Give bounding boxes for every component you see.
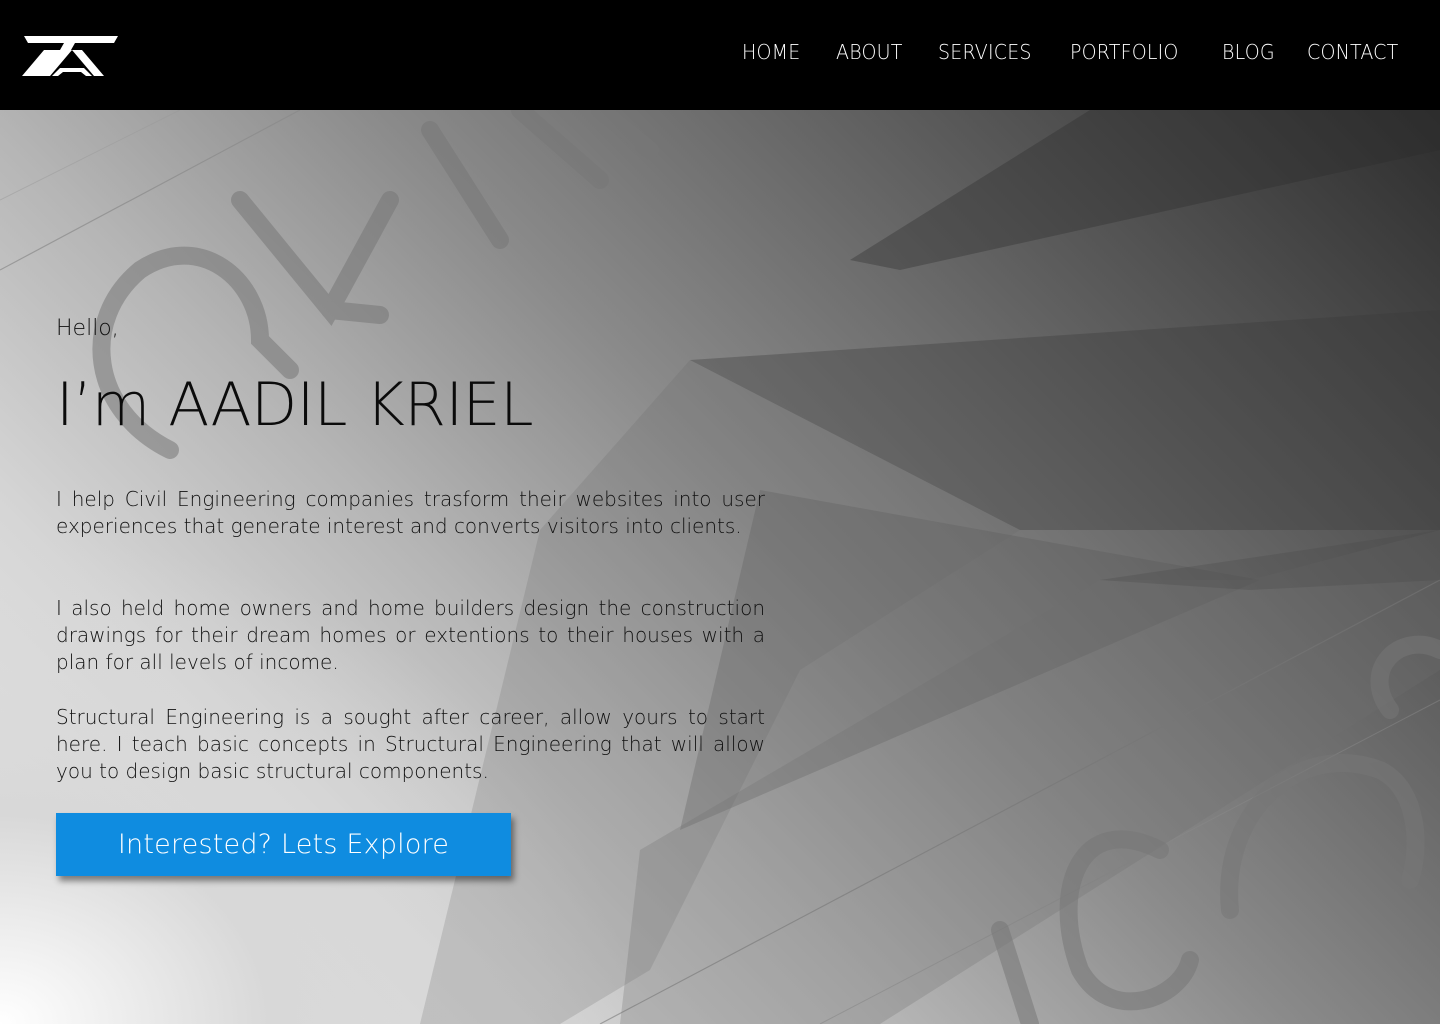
ak-monogram-logo-icon[interactable] bbox=[22, 34, 120, 78]
hero-background-art bbox=[0, 110, 1440, 1024]
hero-section: Hello, I’m AADIL KRIEL I help Civil Engi… bbox=[0, 110, 1440, 1024]
intro-paragraph-1: I help Civil Engineering companies trasf… bbox=[56, 487, 765, 538]
nav-portfolio-link[interactable]: PORTFOLIO bbox=[1070, 40, 1179, 64]
intro-paragraph-3: Structural Engineering is a sought after… bbox=[56, 705, 765, 783]
nav-blog-link[interactable]: BLOG bbox=[1222, 40, 1275, 64]
site-header: HOME ABOUT SERVICES PORTFOLIO BLOG CONTA… bbox=[0, 0, 1440, 110]
nav-about-link[interactable]: ABOUT bbox=[836, 40, 903, 64]
nav-contact-link[interactable]: CONTACT bbox=[1307, 40, 1398, 64]
greeting-text: Hello, bbox=[56, 316, 119, 341]
nav-home-link[interactable]: HOME bbox=[742, 40, 800, 64]
hero-title: I’m AADIL KRIEL bbox=[56, 370, 534, 440]
intro-paragraph-2: I also held home owners and home builder… bbox=[56, 596, 765, 674]
explore-button[interactable]: Interested? Lets Explore bbox=[56, 813, 511, 876]
page: HOME ABOUT SERVICES PORTFOLIO BLOG CONTA… bbox=[0, 0, 1440, 1024]
nav-services-link[interactable]: SERVICES bbox=[938, 40, 1032, 64]
